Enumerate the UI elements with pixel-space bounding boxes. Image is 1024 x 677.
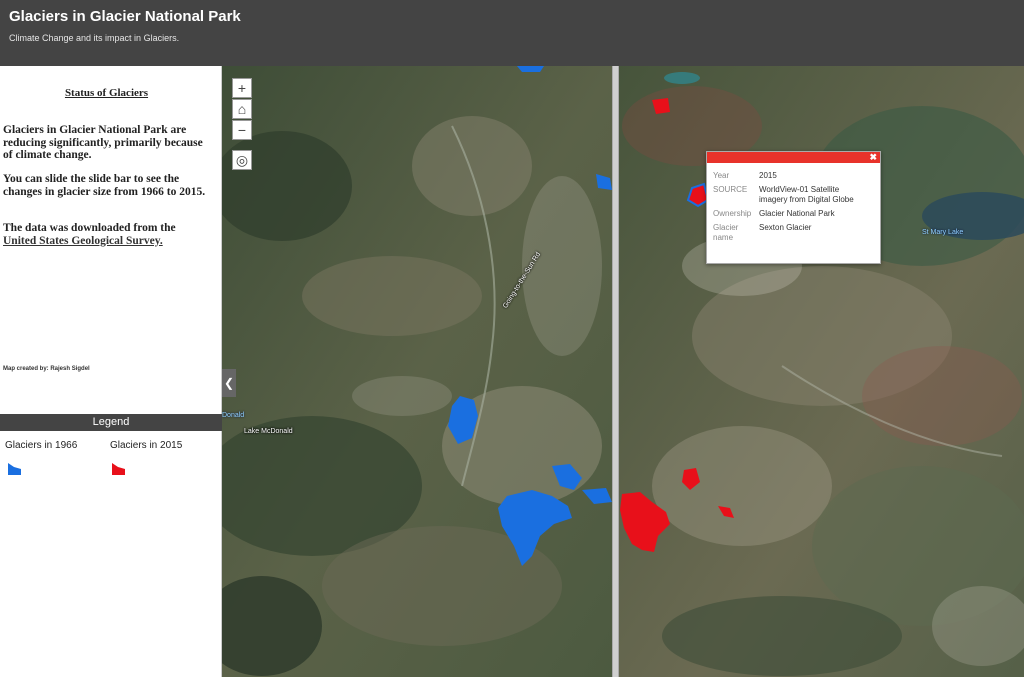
popup-row: SOURCE WorldView-01 Satellite imagery fr…	[713, 185, 869, 209]
sidebar: Status of Glaciers Glaciers in Glacier N…	[0, 66, 222, 677]
popup-row: Ownership Glacier National Park	[713, 209, 869, 223]
map-view[interactable]: + ⌂ − ◎ ❮ Lake McDonald Donald St Mary L…	[222, 66, 1024, 677]
popup-value: Sexton Glacier	[759, 223, 812, 232]
popup-attribute-table: Year 2015 SOURCE WorldView-01 Satellite …	[713, 171, 869, 247]
donald-label-fragment: Donald	[222, 412, 245, 419]
sidebar-paragraph-slider-hint: You can slide the slide bar to see the c…	[3, 173, 206, 198]
legend-swatch-2015	[112, 463, 125, 475]
zoom-out-button[interactable]: −	[232, 120, 252, 140]
satellite-basemap	[222, 66, 1024, 677]
lake-mcdonald-label: Lake McDonald	[244, 428, 293, 435]
popup-header: ✖	[707, 152, 880, 163]
feature-popup: ✖ Year 2015 SOURCE WorldView-01 Satellit…	[706, 151, 881, 264]
sidebar-paragraph-intro: Glaciers in Glacier National Park are re…	[3, 124, 203, 161]
legend-title: Legend	[0, 414, 222, 431]
legend-label-2015: Glaciers in 2015	[110, 440, 183, 451]
source-prefix-text: The data was downloaded from the	[3, 222, 176, 234]
locate-button[interactable]: ◎	[232, 150, 252, 170]
popup-key: Ownership	[713, 209, 752, 218]
swipe-slider-bar[interactable]	[612, 66, 619, 677]
popup-row: Year 2015	[713, 171, 869, 185]
popup-value: 2015	[759, 171, 777, 180]
popup-key: Glacier name	[713, 223, 739, 242]
sidebar-paragraph-source: The data was downloaded from the United …	[3, 222, 213, 247]
app-subtitle: Climate Change and its impact in Glacier…	[9, 33, 180, 43]
home-button[interactable]: ⌂	[232, 99, 252, 119]
map-credit: Map created by: Rajesh Sigdel	[3, 366, 90, 372]
popup-value: WorldView-01 Satellite imagery from Digi…	[759, 185, 854, 204]
sidebar-collapse-toggle[interactable]: ❮	[222, 369, 236, 397]
popup-value: Glacier National Park	[759, 209, 835, 218]
popup-key: Year	[713, 171, 730, 180]
popup-key: SOURCE	[713, 185, 748, 194]
legend-label-1966: Glaciers in 1966	[5, 440, 78, 451]
popup-row: Glacier name Sexton Glacier	[713, 223, 869, 247]
zoom-in-button[interactable]: +	[232, 78, 252, 98]
popup-close-icon[interactable]: ✖	[869, 152, 877, 163]
sidebar-heading: Status of Glaciers	[64, 87, 149, 99]
legend-swatch-1966	[8, 463, 21, 475]
st-mary-lake-label: St Mary Lake	[922, 229, 964, 236]
app-header: Glaciers in Glacier National Park Climat…	[0, 0, 1024, 66]
app-title: Glaciers in Glacier National Park	[9, 8, 241, 25]
usgs-link[interactable]: United States Geological Survey.	[3, 235, 163, 247]
